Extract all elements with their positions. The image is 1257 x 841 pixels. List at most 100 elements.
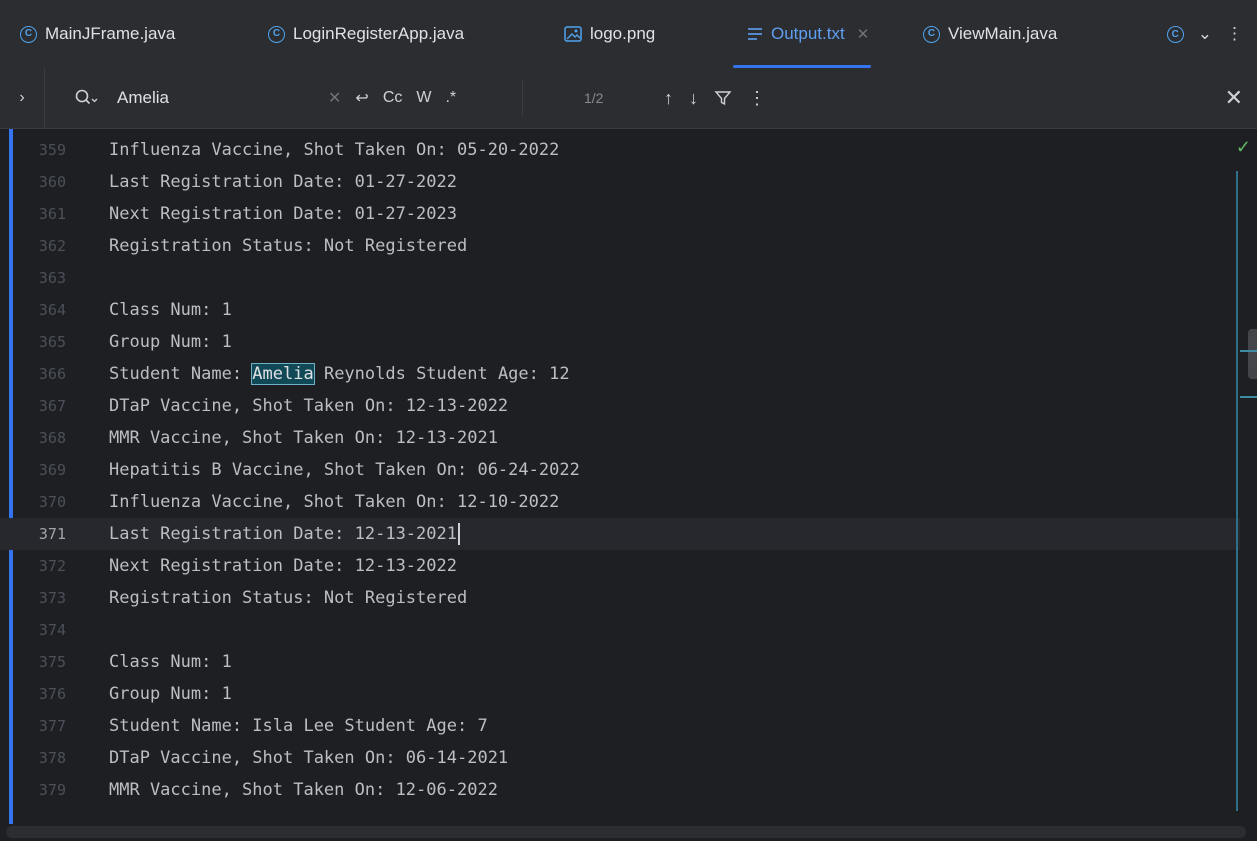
code-line[interactable]: 376 Group Num: 1 [0,678,1240,710]
tab-label: MainJFrame.java [45,24,176,43]
expand-replace-icon[interactable]: › [0,68,45,128]
line-number: 377 [38,717,66,735]
code-line[interactable]: 368 MMR Vaccine, Shot Taken On: 12-13-202… [0,422,1240,454]
tab-label: logo.png [590,24,656,43]
line-text: Registration Status: Not Registered [109,588,467,608]
previous-occurrence-icon[interactable]: ↑ [664,88,673,109]
java-class-icon: C [268,25,285,43]
code-line[interactable]: 375 Class Num: 1 [0,646,1240,678]
line-number: 360 [38,173,66,191]
line-content: DTaP Vaccine, Shot Taken On: 12-13-2022 [109,396,509,416]
filter-icon[interactable] [714,89,732,107]
tab-viewmain[interactable]: C ViewMain.java [923,0,1057,68]
tab-loginregisterapp[interactable]: C LoginRegisterApp.java [268,0,464,68]
line-content: Influenza Vaccine, Shot Taken On: 05-20-… [109,140,560,160]
line-text-before-match: Student Name: [109,364,253,384]
line-number: 372 [38,557,66,575]
code-line[interactable]: 378 DTaP Vaccine, Shot Taken On: 06-14-20… [0,742,1240,774]
divider [522,80,523,116]
line-text: Next Registration Date: 12-13-2022 [109,556,457,576]
line-content: Class Num: 1 [109,652,232,672]
close-find-icon[interactable]: ✕ [1225,68,1243,128]
code-line[interactable]: 360 Last Registration Date: 01-27-2022 [0,166,1240,198]
line-number: 366 [38,365,66,383]
line-content: Hepatitis B Vaccine, Shot Taken On: 06-2… [109,460,580,480]
code-line[interactable]: 379 MMR Vaccine, Shot Taken On: 12-06-202… [0,774,1240,806]
tab-output-txt[interactable]: Output.txt ✕ [732,0,872,68]
search-options: ✕ ↩ Cc W .* [328,68,456,128]
line-text: Group Num: 1 [109,684,232,704]
code-line[interactable]: 361 Next Registration Date: 01-27-2023 [0,198,1240,230]
line-number: 374 [38,621,66,639]
line-number: 376 [38,685,66,703]
code-line[interactable]: 374 [0,614,1240,646]
code-line[interactable]: 369 Hepatitis B Vaccine, Shot Taken On: 0… [0,454,1240,486]
match-count: 1/2 [584,90,604,106]
line-number: 368 [38,429,66,447]
more-options-icon[interactable]: ⋮ [748,88,766,109]
next-occurrence-icon[interactable]: ↓ [689,88,698,109]
search-history-icon[interactable] [74,88,98,108]
line-content: Group Num: 1 [109,684,232,704]
line-number: 369 [38,461,66,479]
line-text: Hepatitis B Vaccine, Shot Taken On: 06-2… [109,460,580,480]
new-line-icon[interactable]: ↩ [355,88,368,108]
chevron-down-icon[interactable]: ⌄ [1198,24,1212,44]
line-content: MMR Vaccine, Shot Taken On: 12-06-2022 [109,780,498,800]
code-line[interactable]: 363 [0,262,1240,294]
line-text: Group Num: 1 [109,332,232,352]
line-text: Student Name: Amelia Reynolds Student Ag… [109,363,570,385]
search-navigation: ↑ ↓ ⋮ [664,68,766,128]
line-text: DTaP Vaccine, Shot Taken On: 06-14-2021 [109,748,508,768]
java-class-icon[interactable]: C [1166,25,1184,43]
line-number: 364 [38,301,66,319]
line-content: Next Registration Date: 12-13-2022 [109,556,457,576]
line-number: 375 [38,653,66,671]
line-text: Last Registration Date: 12-13-2021 [109,523,460,545]
line-content: Last Registration Date: 12-13-2021 [109,524,457,544]
line-number: 371 [38,525,66,543]
code-line[interactable]: 365 Group Num: 1 [0,326,1240,358]
line-number: 365 [38,333,66,351]
code-line[interactable]: 371 Last Registration Date: 12-13-2021 [0,518,1240,550]
search-input[interactable]: Amelia [117,68,169,128]
code-line[interactable]: 362 Registration Status: Not Registered [0,230,1240,262]
line-text: Student Name: Isla Lee Student Age: 7 [109,716,488,736]
line-content: Class Num: 1 [109,300,232,320]
line-text: Next Registration Date: 01-27-2023 [109,204,457,224]
regex-toggle[interactable]: .* [445,89,456,107]
horizontal-scrollbar-thumb[interactable] [6,826,1246,838]
search-result-marker[interactable] [1240,350,1257,352]
code-line[interactable]: 373 Registration Status: Not Registered [0,582,1240,614]
code-line[interactable]: 367 DTaP Vaccine, Shot Taken On: 12-13-20… [0,390,1240,422]
code-line[interactable]: 366 Student Name: Amelia Reynolds Student… [0,358,1240,390]
line-content: MMR Vaccine, Shot Taken On: 12-13-2021 [109,428,498,448]
more-vertical-icon[interactable]: ⋮ [1226,24,1243,44]
tab-label: ViewMain.java [948,24,1058,43]
tab-logo-png[interactable]: logo.png [564,0,655,68]
code-line[interactable]: 364 Class Num: 1 [0,294,1240,326]
line-number: 379 [38,781,66,799]
code-line[interactable]: 377 Student Name: Isla Lee Student Age: 7 [0,710,1240,742]
clear-search-icon[interactable]: ✕ [328,88,341,108]
search-result-marker[interactable] [1240,396,1257,398]
search-match-highlight: Amelia [251,363,315,385]
match-case-toggle[interactable]: Cc [383,89,403,107]
close-tab-icon[interactable]: ✕ [857,25,870,43]
code-line[interactable]: 359 Influenza Vaccine, Shot Taken On: 05-… [0,134,1240,166]
java-class-icon: C [20,25,37,43]
vertical-scrollbar-thumb[interactable] [1248,329,1257,379]
code-line[interactable]: 372 Next Registration Date: 12-13-2022 [0,550,1240,582]
line-content: Registration Status: Not Registered [109,588,468,608]
line-number: 370 [38,493,66,511]
tab-mainjframe[interactable]: C MainJFrame.java [20,0,175,68]
horizontal-scrollbar [0,824,1257,841]
text-editor[interactable]: 359 Influenza Vaccine, Shot Taken On: 05-… [0,129,1257,824]
vertical-scrollbar-track [1236,171,1238,811]
line-content: Registration Status: Not Registered [109,236,468,256]
line-number: 362 [38,237,66,255]
line-number: 367 [38,397,66,415]
code-line[interactable]: 370 Influenza Vaccine, Shot Taken On: 12-… [0,486,1240,518]
words-toggle[interactable]: W [416,89,431,107]
no-problems-check-icon[interactable]: ✓ [1236,137,1251,158]
